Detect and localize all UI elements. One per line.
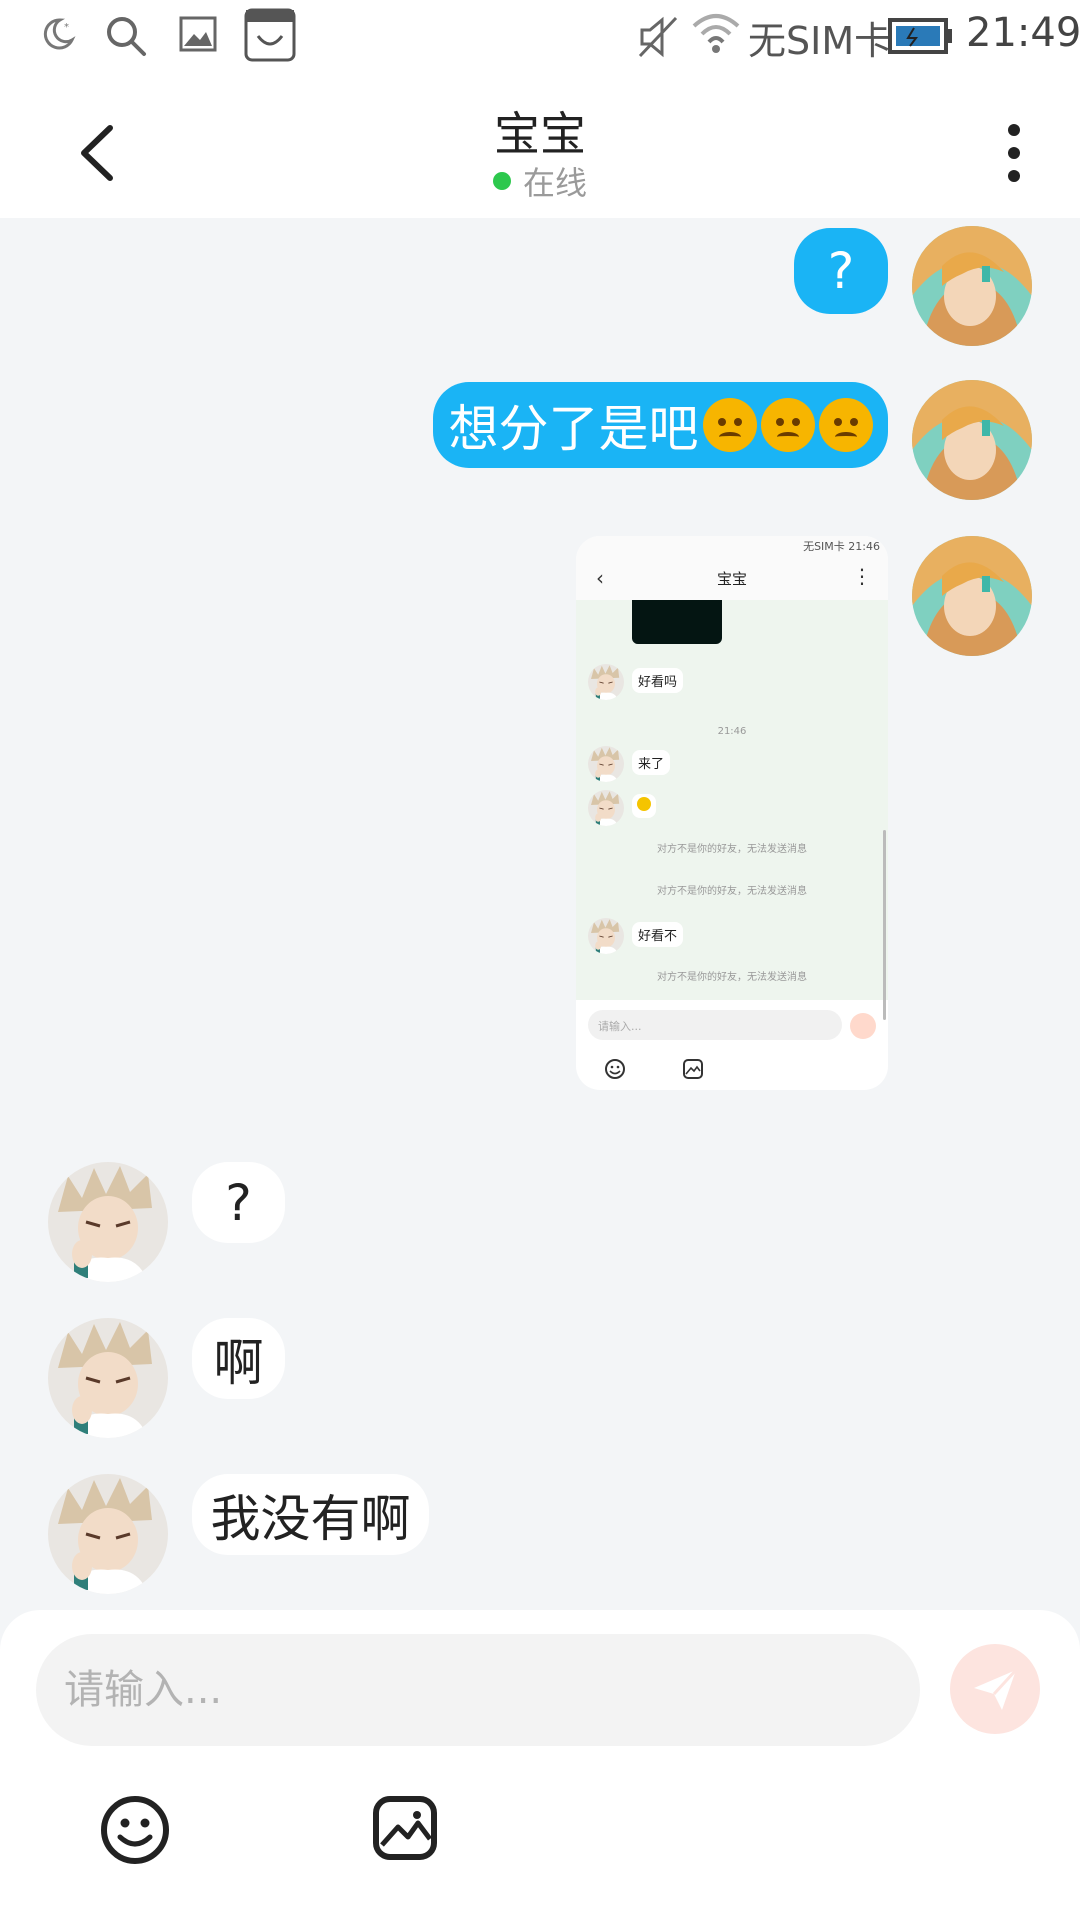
contact-avatar[interactable]	[48, 1318, 168, 1438]
contact-message-bubble[interactable]: ?	[192, 1162, 285, 1243]
status-bar: * 无SIM卡 21:49	[0, 0, 1080, 78]
contact-message-bubble[interactable]: 我没有啊	[192, 1474, 429, 1555]
shot-message: 好看不	[632, 922, 684, 947]
shot-message: 好看吗	[632, 668, 684, 693]
shot-header: ‹ 宝宝 ⋮	[576, 556, 888, 600]
shot-chat-body: 好看吗 21:46 来了 对方不是你的好友，无法发送消息 对方不是你的好友，无法…	[576, 600, 888, 1020]
image-message[interactable]: 无SIM卡 21:46 ‹ 宝宝 ⋮ 好看吗 21:46 来了 对方不是你的好友…	[576, 536, 888, 1090]
shot-avatar	[588, 664, 624, 700]
shot-emoji-message	[632, 794, 656, 818]
shot-system-message: 对方不是你的好友，无法发送消息	[657, 886, 807, 897]
angry-emoji-icon	[760, 398, 815, 452]
message-text: 我没有啊	[210, 1489, 411, 1548]
shot-avatar	[588, 746, 624, 782]
contact-avatar[interactable]	[48, 1474, 168, 1594]
shot-system-message: 对方不是你的好友，无法发送消息	[657, 844, 807, 855]
shot-status-bar: 无SIM卡 21:46	[576, 536, 888, 556]
shot-image-button-icon	[683, 1059, 703, 1079]
message-list[interactable]: ? 想分了是吧 无SIM卡 21:46 ‹ 宝宝 ⋮ 好看吗 21:46 来了 …	[0, 218, 1080, 1608]
emoji-button[interactable]	[100, 1795, 170, 1865]
shot-scrollbar	[883, 830, 886, 1020]
shot-title: 宝宝	[716, 570, 747, 588]
clock: 21:49	[966, 10, 1080, 56]
shot-emoji-icon	[637, 797, 651, 811]
shot-input: 请输入...	[588, 1010, 842, 1040]
message-text: 想分了是吧	[448, 400, 699, 458]
online-status: 在线	[0, 158, 1080, 204]
my-message-bubble[interactable]: 想分了是吧	[433, 382, 888, 468]
gallery-icon	[179, 16, 217, 52]
carrier-text: 无SIM卡	[748, 19, 893, 63]
message-text: 啊	[213, 1333, 264, 1392]
shot-timestamp: 21:46	[717, 726, 747, 737]
message-text: ?	[827, 242, 855, 300]
shot-toolbar	[576, 1048, 888, 1090]
moon-icon: *	[43, 18, 76, 50]
contact-message-bubble[interactable]: 啊	[192, 1318, 285, 1399]
angry-emoji-icon	[702, 398, 757, 452]
chat-header: 宝宝 在线	[0, 78, 1080, 218]
message-text: ?	[225, 1173, 252, 1232]
my-avatar[interactable]	[912, 226, 1032, 346]
my-avatar[interactable]	[912, 536, 1032, 656]
contact-name: 宝宝	[494, 107, 586, 161]
wifi-icon	[692, 14, 740, 53]
mute-icon	[638, 16, 678, 58]
battery-icon	[888, 18, 952, 54]
more-options-button[interactable]	[990, 118, 1038, 188]
send-icon	[974, 1668, 1018, 1710]
shot-status-text: 无SIM卡 21:46	[803, 540, 880, 553]
send-button[interactable]	[950, 1644, 1040, 1734]
shopping-bag-icon	[244, 8, 296, 62]
shot-more-icon: ⋮	[852, 564, 872, 588]
shot-message: 来了	[632, 750, 671, 775]
input-bar	[0, 1610, 1080, 1920]
shot-send-icon	[850, 1013, 876, 1039]
shot-emoji-button-icon	[605, 1059, 625, 1079]
shot-avatar	[588, 918, 624, 954]
shot-image-thumb	[632, 600, 722, 644]
my-message-bubble[interactable]: ?	[794, 228, 888, 314]
online-status-text: 在线	[522, 164, 587, 202]
svg-text:*: *	[64, 22, 69, 33]
search-icon	[107, 17, 146, 56]
image-button[interactable]	[372, 1795, 438, 1861]
my-avatar[interactable]	[912, 380, 1032, 500]
contact-avatar[interactable]	[48, 1162, 168, 1282]
shot-system-message: 对方不是你的好友，无法发送消息	[657, 972, 807, 983]
online-dot-icon	[492, 172, 511, 190]
message-input[interactable]	[36, 1634, 920, 1746]
angry-emoji-icon	[818, 398, 873, 452]
shot-avatar	[588, 790, 624, 826]
